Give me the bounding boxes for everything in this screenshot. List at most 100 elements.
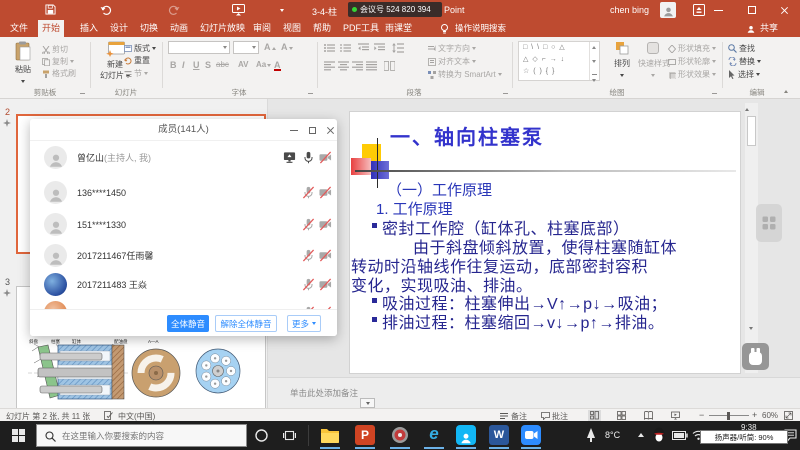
tab-design[interactable]: 设计: [106, 20, 132, 37]
tab-help[interactable]: 帮助: [309, 20, 335, 37]
share-button[interactable]: 共享: [756, 20, 782, 37]
increase-indent-icon[interactable]: [374, 43, 385, 53]
member-row[interactable]: 136****1450: [30, 178, 337, 208]
tab-transitions[interactable]: 切换: [136, 20, 162, 37]
scrollbar-thumb[interactable]: [747, 116, 756, 146]
tim-app-icon[interactable]: [456, 425, 476, 445]
fit-to-window-icon[interactable]: [784, 411, 793, 420]
file-explorer-icon[interactable]: [320, 426, 340, 445]
select-button[interactable]: 选择: [728, 69, 760, 80]
decrease-indent-icon[interactable]: [358, 43, 369, 53]
quick-styles-button[interactable]: 快速样式: [638, 41, 668, 79]
tab-slideshow[interactable]: 幻灯片放映: [196, 20, 249, 37]
save-icon[interactable]: [45, 4, 56, 15]
scroll-down-icon[interactable]: [749, 327, 753, 330]
tencent-meeting-icon[interactable]: [521, 425, 541, 445]
format-painter-button[interactable]: 格式刷: [42, 68, 76, 79]
zoom-level[interactable]: 60%: [762, 411, 778, 420]
powerpoint-taskbar-icon[interactable]: P: [355, 425, 375, 445]
shrink-font-button[interactable]: A: [281, 42, 293, 52]
shapes-scroll-down-icon[interactable]: [592, 60, 596, 63]
notes-placeholder[interactable]: 单击此处添加备注: [290, 387, 358, 399]
mic-off-icon[interactable]: [302, 249, 315, 262]
tab-tell-me[interactable]: 操作说明搜索: [451, 20, 510, 37]
tray-temperature[interactable]: 8°C: [605, 430, 620, 440]
camera-off-icon[interactable]: [319, 249, 332, 262]
align-center-icon[interactable]: [338, 61, 349, 71]
more-button[interactable]: 更多: [287, 315, 321, 332]
start-slideshow-icon[interactable]: [232, 4, 245, 16]
cut-button[interactable]: 剪切: [42, 44, 68, 55]
align-right-icon[interactable]: [352, 61, 363, 71]
align-text-button[interactable]: 对齐文本: [428, 56, 476, 67]
shapes-more-icon[interactable]: [592, 74, 597, 87]
camera-off-icon[interactable]: [319, 278, 332, 291]
task-view-icon[interactable]: [283, 429, 296, 442]
slide2-animation-star-icon[interactable]: [3, 119, 11, 127]
tray-expand-icon[interactable]: [638, 433, 644, 437]
scroll-up-icon[interactable]: [745, 108, 749, 111]
convert-smartart-button[interactable]: 转换为 SmartArt: [428, 69, 502, 80]
underline-button[interactable]: U: [193, 60, 200, 70]
paragraph-dialog-launcher[interactable]: [503, 89, 508, 94]
start-button[interactable]: [0, 421, 36, 450]
columns-icon[interactable]: [384, 61, 395, 71]
tab-view[interactable]: 视图: [279, 20, 305, 37]
annotation-tool-widget[interactable]: [742, 343, 769, 370]
clipboard-dialog-launcher[interactable]: [80, 89, 85, 94]
tab-review[interactable]: 审阅: [249, 20, 275, 37]
collapse-ribbon-icon[interactable]: [784, 90, 788, 93]
qat-customize-icon[interactable]: [280, 9, 284, 12]
shadow-button[interactable]: S: [205, 60, 211, 70]
justify-icon[interactable]: [366, 61, 377, 71]
unmute-all-button[interactable]: 解除全体静音: [215, 315, 277, 332]
zoom-slider-thumb[interactable]: [727, 412, 730, 420]
paste-button[interactable]: 粘贴: [6, 41, 40, 85]
panel-maximize-button[interactable]: [304, 119, 320, 141]
tab-insert[interactable]: 插入: [76, 20, 102, 37]
font-name-dropdown[interactable]: [168, 41, 230, 54]
ribbon-display-options-icon[interactable]: [693, 4, 705, 16]
tab-home[interactable]: 开始: [38, 20, 64, 37]
font-color-button[interactable]: A: [274, 60, 281, 71]
section-button[interactable]: 节: [124, 68, 148, 79]
layout-button[interactable]: 版式: [124, 43, 156, 54]
word-taskbar-icon[interactable]: W: [489, 425, 509, 445]
find-button[interactable]: 查找: [728, 43, 755, 54]
font-dialog-launcher[interactable]: [308, 89, 313, 94]
camera-off-icon[interactable]: [319, 151, 332, 164]
qq-tray-icon[interactable]: [652, 427, 666, 444]
mic-off-icon[interactable]: [302, 218, 315, 231]
shape-effects-button[interactable]: 形状效果: [668, 69, 716, 80]
taskbar-search-box[interactable]: [36, 424, 247, 447]
replace-button[interactable]: 替换: [728, 56, 761, 67]
arrange-button[interactable]: 排列: [608, 41, 636, 79]
slide3-animation-star-icon[interactable]: [3, 289, 11, 297]
mic-off-icon[interactable]: [302, 278, 315, 291]
notes-collapse-button[interactable]: [360, 398, 375, 408]
tab-rain-classroom[interactable]: 雨课堂: [381, 20, 416, 37]
slideshow-view-icon[interactable]: [671, 411, 680, 420]
search-input[interactable]: [62, 426, 242, 445]
align-left-icon[interactable]: [324, 61, 335, 71]
account-name[interactable]: chen bing: [610, 5, 649, 15]
text-direction-button[interactable]: 文字方向: [428, 43, 476, 54]
copy-button[interactable]: 复制: [42, 56, 74, 67]
mic-off-icon[interactable]: [302, 186, 315, 199]
zoom-in-button[interactable]: +: [752, 410, 757, 420]
close-button[interactable]: [770, 0, 798, 20]
normal-view-button[interactable]: [588, 410, 601, 421]
slide-bullet-3[interactable]: 排油过程：柱塞缩回→v↓→p↑→排油。: [382, 309, 664, 333]
panel-close-button[interactable]: [322, 119, 337, 141]
shape-fill-button[interactable]: 形状填充: [668, 43, 716, 54]
meeting-dock-widget[interactable]: [756, 204, 782, 242]
numbering-icon[interactable]: [340, 43, 351, 53]
shape-outline-button[interactable]: 形状轮廓: [668, 56, 716, 67]
bold-button[interactable]: B: [170, 60, 177, 70]
notes-pane[interactable]: 单击此处添加备注: [268, 377, 800, 408]
drawing-dialog-launcher[interactable]: [712, 89, 717, 94]
mute-all-button[interactable]: 全体静音: [167, 315, 209, 332]
camera-off-icon[interactable]: [319, 186, 332, 199]
zoom-out-button[interactable]: −: [699, 410, 704, 420]
settings-app-icon[interactable]: [390, 425, 410, 445]
